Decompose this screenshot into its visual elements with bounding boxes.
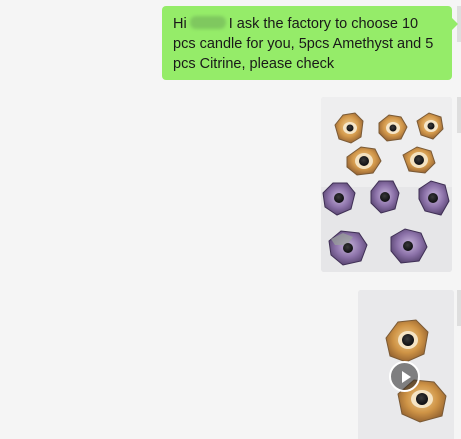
message-video[interactable] — [358, 290, 454, 439]
sender-avatar[interactable] — [457, 97, 461, 133]
message-image[interactable] — [321, 97, 452, 272]
chat-window: Hi I ask the factory to choose 10 pcs can… — [0, 0, 461, 439]
message-greeting: Hi — [173, 16, 187, 32]
message-bubble-text[interactable]: Hi I ask the factory to choose 10 pcs can… — [162, 6, 458, 80]
geode-candle-photo — [321, 97, 452, 272]
redacted-name — [189, 16, 226, 29]
sender-avatar[interactable] — [457, 290, 461, 326]
play-icon[interactable] — [389, 361, 420, 392]
